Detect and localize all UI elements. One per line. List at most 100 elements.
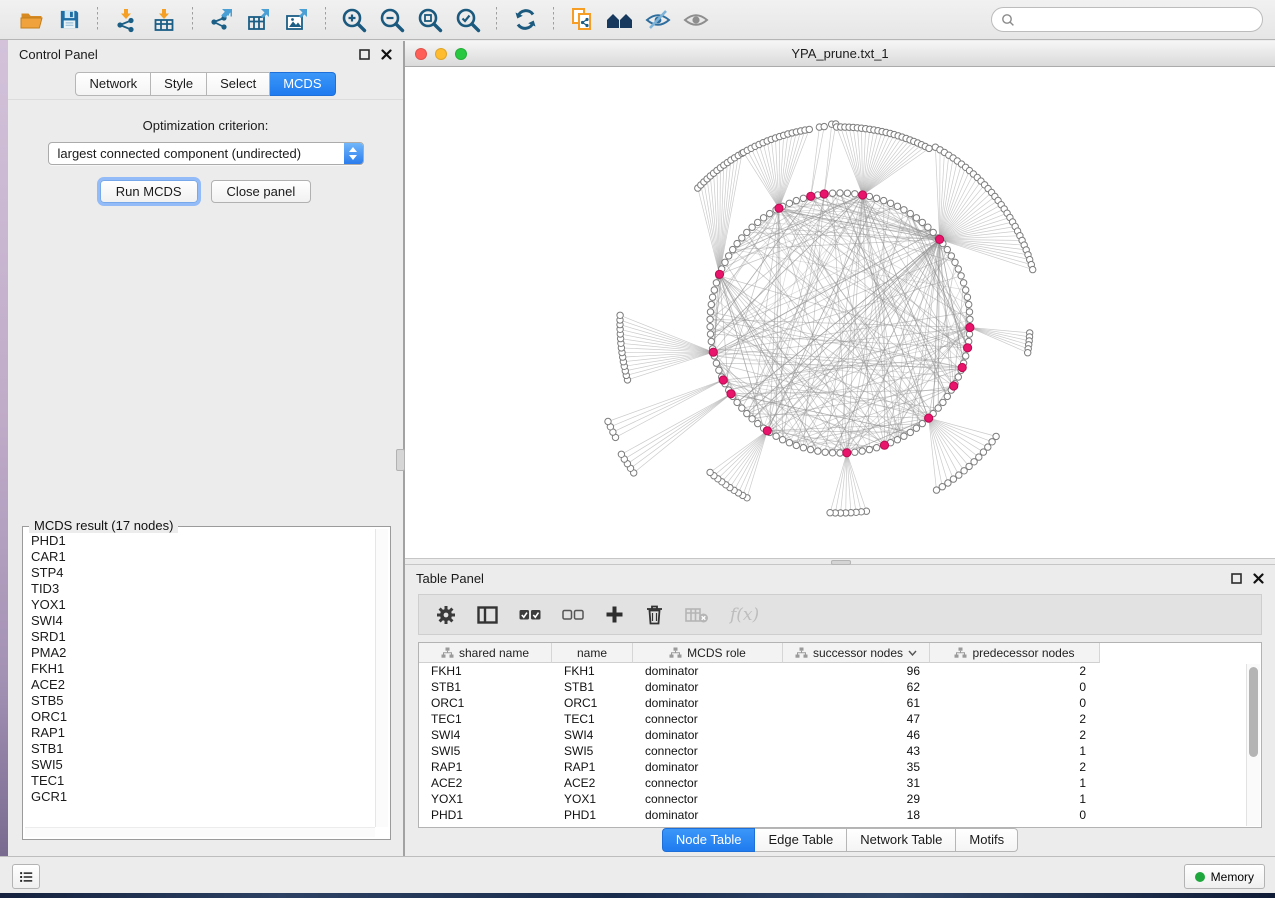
float-panel-icon[interactable]	[1231, 573, 1242, 584]
first-neighbors-button[interactable]	[601, 4, 639, 36]
vertical-splitter-handle[interactable]	[396, 449, 405, 471]
network-node[interactable]	[709, 294, 715, 300]
mcds-result-list[interactable]: PHD1CAR1STP4TID3YOX1SWI4SRD1PMA2FKH1ACE2…	[25, 530, 375, 827]
network-node[interactable]	[708, 338, 714, 344]
hide-selected-button[interactable]	[639, 4, 677, 36]
save-session-button[interactable]	[50, 4, 88, 36]
network-node[interactable]	[873, 195, 879, 201]
column-header-name[interactable]: name	[552, 643, 633, 663]
network-node[interactable]	[822, 449, 828, 455]
delete-column-button[interactable]	[645, 604, 664, 625]
network-node[interactable]	[955, 266, 961, 272]
column-header-shared-name[interactable]: shared name	[419, 643, 552, 663]
network-hub-node[interactable]	[719, 376, 727, 384]
mcds-result-item[interactable]: CAR1	[31, 549, 375, 565]
tab-motifs[interactable]: Motifs	[956, 828, 1018, 852]
network-node[interactable]	[894, 437, 900, 443]
select-all-columns-button[interactable]	[519, 609, 541, 621]
network-node[interactable]	[739, 405, 745, 411]
network-hub-node[interactable]	[843, 449, 851, 457]
close-panel-icon[interactable]	[1253, 573, 1264, 584]
show-all-button[interactable]	[677, 4, 715, 36]
network-node[interactable]	[793, 197, 799, 203]
mcds-result-item[interactable]: STB1	[31, 741, 375, 757]
tab-style[interactable]: Style	[151, 72, 207, 96]
task-history-button[interactable]	[12, 864, 40, 889]
export-table-button[interactable]	[240, 4, 278, 36]
network-hub-node[interactable]	[709, 348, 717, 356]
network-node[interactable]	[926, 145, 932, 151]
network-node[interactable]	[952, 259, 958, 265]
network-node[interactable]	[827, 510, 833, 516]
network-node[interactable]	[722, 259, 728, 265]
tab-network[interactable]: Network	[75, 72, 151, 96]
network-node[interactable]	[734, 240, 740, 246]
network-node[interactable]	[866, 446, 872, 452]
mcds-result-item[interactable]: FKH1	[31, 661, 375, 677]
network-node[interactable]	[829, 450, 835, 456]
network-node[interactable]	[726, 253, 732, 259]
network-node[interactable]	[913, 215, 919, 221]
network-node[interactable]	[800, 195, 806, 201]
network-node[interactable]	[930, 229, 936, 235]
network-node[interactable]	[707, 309, 713, 315]
table-scroll-thumb[interactable]	[1249, 667, 1258, 757]
network-node[interactable]	[901, 207, 907, 213]
network-node[interactable]	[944, 393, 950, 399]
network-node[interactable]	[749, 416, 755, 422]
network-node[interactable]	[744, 410, 750, 416]
column-header-predecessor-nodes[interactable]: predecessor nodes	[930, 643, 1100, 663]
network-node[interactable]	[786, 200, 792, 206]
network-node[interactable]	[1025, 350, 1031, 356]
import-table-button[interactable]	[145, 4, 183, 36]
network-node[interactable]	[708, 301, 714, 307]
delete-table-button[interactable]	[685, 607, 709, 623]
table-row[interactable]: FKH1FKH1dominator962	[419, 663, 1247, 679]
window-close-icon[interactable]	[415, 48, 427, 60]
export-image-button[interactable]	[278, 4, 316, 36]
memory-button[interactable]: Memory	[1184, 864, 1265, 889]
mcds-result-item[interactable]: STP4	[31, 565, 375, 581]
table-row[interactable]: TEC1TEC1connector472	[419, 711, 1247, 727]
network-node[interactable]	[894, 203, 900, 209]
network-node[interactable]	[707, 316, 713, 322]
network-node[interactable]	[707, 331, 713, 337]
network-node[interactable]	[806, 126, 812, 132]
network-node[interactable]	[919, 420, 925, 426]
column-header-MCDS-role[interactable]: MCDS role	[633, 643, 783, 663]
network-node[interactable]	[730, 246, 736, 252]
zoom-in-button[interactable]	[335, 4, 373, 36]
network-node[interactable]	[707, 469, 713, 475]
network-node[interactable]	[852, 191, 858, 197]
network-canvas[interactable]	[405, 67, 1275, 558]
network-node[interactable]	[618, 451, 624, 457]
network-node[interactable]	[933, 487, 939, 493]
network-hub-node[interactable]	[715, 270, 723, 278]
network-hub-node[interactable]	[966, 323, 974, 331]
window-minimize-icon[interactable]	[435, 48, 447, 60]
table-row[interactable]: ACE2ACE2connector311	[419, 775, 1247, 791]
mcds-list-hscrollbar[interactable]	[25, 827, 375, 837]
network-node[interactable]	[887, 200, 893, 206]
mcds-result-item[interactable]: GCR1	[31, 789, 375, 805]
network-hub-node[interactable]	[763, 427, 771, 435]
network-node[interactable]	[881, 197, 887, 203]
network-node[interactable]	[711, 287, 717, 293]
window-zoom-icon[interactable]	[455, 48, 467, 60]
network-node[interactable]	[960, 280, 966, 286]
mcds-result-item[interactable]: PHD1	[31, 533, 375, 549]
network-node[interactable]	[749, 224, 755, 230]
create-column-button[interactable]	[605, 605, 624, 624]
network-hub-node[interactable]	[964, 344, 972, 352]
import-network-button[interactable]	[107, 4, 145, 36]
network-node[interactable]	[966, 301, 972, 307]
network-node[interactable]	[940, 399, 946, 405]
network-node[interactable]	[948, 253, 954, 259]
network-node[interactable]	[966, 309, 972, 315]
network-node[interactable]	[829, 190, 835, 196]
network-node[interactable]	[963, 287, 969, 293]
mcds-result-item[interactable]: SWI4	[31, 613, 375, 629]
network-node[interactable]	[967, 316, 973, 322]
network-node[interactable]	[815, 448, 821, 454]
network-node[interactable]	[852, 449, 858, 455]
